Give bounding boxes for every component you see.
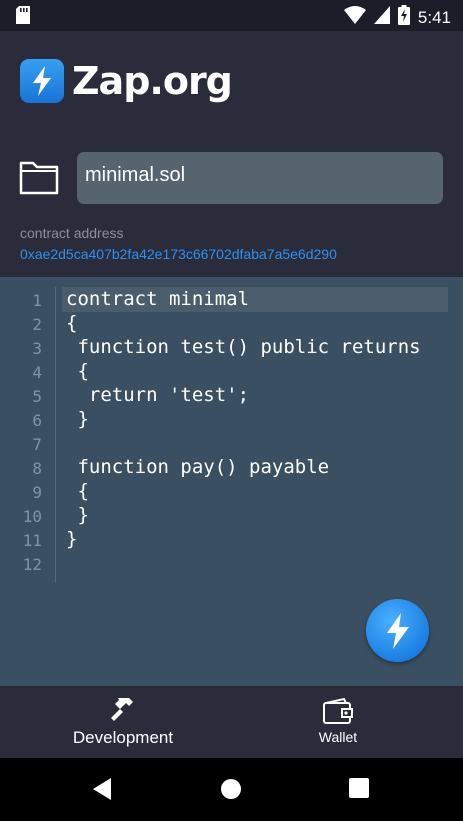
line-number: 10: [22, 507, 42, 526]
home-icon[interactable]: [220, 778, 242, 805]
hammer-icon: [107, 696, 139, 726]
tab-development-label: Development: [72, 728, 174, 747]
code-line: {: [66, 312, 78, 334]
line-number-gutter: 1 2 3 4 5 6 7 8 9 10 11 12: [0, 287, 56, 583]
tab-wallet[interactable]: Wallet: [268, 686, 408, 758]
code-line: {: [66, 480, 89, 502]
line-number: 5: [32, 387, 42, 406]
sd-card-icon: [16, 6, 30, 29]
code-line: {: [66, 360, 89, 382]
cellular-icon: [373, 6, 390, 29]
app-name: Zap.org: [72, 59, 233, 103]
line-number: 6: [32, 411, 42, 430]
status-bar: 5:41: [0, 0, 463, 31]
line-number: 8: [32, 459, 42, 478]
lightning-icon: [386, 612, 409, 649]
clock: 5:41: [417, 7, 451, 27]
code-editor[interactable]: 1 2 3 4 5 6 7 8 9 10 11 12 contract mini…: [0, 277, 463, 686]
line-number: 3: [32, 339, 42, 358]
back-icon[interactable]: [93, 778, 113, 805]
line-number: 7: [32, 435, 42, 454]
bottom-navigation: Development Wallet: [0, 686, 463, 758]
wallet-icon: [322, 696, 354, 726]
zap-logo-icon: [20, 59, 64, 103]
line-number: 9: [32, 483, 42, 502]
app-header: Zap.org minimal.sol contract address 0xa…: [0, 31, 463, 277]
app-logo: Zap.org: [20, 59, 233, 103]
wifi-icon: [343, 6, 366, 29]
recents-icon[interactable]: [349, 778, 369, 803]
code-line: contract minimal: [66, 288, 250, 310]
open-folder-button[interactable]: [19, 159, 59, 195]
tab-wallet-label: Wallet: [318, 729, 358, 745]
line-number: 11: [22, 531, 42, 550]
code-line: }: [66, 408, 89, 430]
line-number: 1: [32, 291, 42, 310]
line-number: 4: [32, 363, 42, 382]
code-line: }: [66, 504, 89, 526]
deploy-zap-button[interactable]: [366, 599, 429, 662]
contract-address-label: contract address: [20, 225, 124, 241]
file-name-field[interactable]: minimal.sol: [77, 152, 443, 204]
contract-address-link[interactable]: 0xae2d5ca407b2fa42e173c66702dfaba7a5e6d2…: [20, 246, 337, 262]
battery-charging-icon: [397, 5, 410, 30]
system-navigation-bar: [0, 758, 463, 821]
code-line: return 'test';: [66, 384, 250, 406]
code-line: function test() public returns: [66, 336, 421, 358]
tab-development[interactable]: Development: [48, 686, 198, 758]
code-line: function pay() payable: [66, 456, 330, 478]
line-number: 12: [22, 555, 42, 574]
line-number: 2: [32, 315, 42, 334]
code-line: }: [66, 528, 78, 550]
folder-icon: [19, 161, 59, 195]
